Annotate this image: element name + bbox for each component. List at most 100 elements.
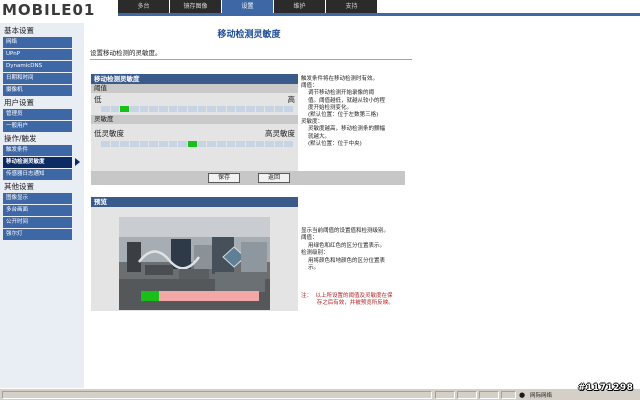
sidebar: 基本设置 网络 UPnP DynamicDNS 日期和时间 摄像机 用户设置 管… [0,23,84,388]
slider-segment[interactable] [197,141,207,147]
help-text: 触发条件将在移动检测时有效。 阈值： 调节移动检测开始录像的阈 值。阈值越低，就… [301,76,411,148]
status-cell [435,391,455,399]
sidebar-item-sensor-log[interactable]: 传感器日志通知 [3,169,72,180]
sidebar-item-image-display[interactable]: 图像显示 [3,193,72,204]
slider-segment[interactable] [149,106,158,112]
divider [90,59,412,60]
slider-segment[interactable] [255,106,265,112]
help-line: 灵敏度越高，移动检测条的颤幅 [301,126,385,133]
sidebar-item-network[interactable]: 网络 [3,37,72,48]
slider-segment[interactable] [284,106,294,112]
preview-panel: 预览 [91,197,298,311]
slider-segment[interactable] [274,106,284,112]
sensitivity-slider[interactable] [101,141,294,147]
slider-segment[interactable] [110,106,120,112]
preview-panel-header: 预览 [91,197,298,207]
status-cell [2,391,432,399]
help-line: (默认位置：位于中央) [301,140,362,147]
browser-status-bar: ● 网际网络 [0,388,640,400]
sidebar-group-other: 其他设置 [4,182,34,191]
page-description: 设置移动检测的灵敏度。 [90,49,162,57]
slider-segment[interactable] [197,106,207,112]
detection-level-bar [141,291,259,301]
slider-segment[interactable] [245,106,255,112]
slider-segment[interactable] [255,141,265,147]
slider-segment[interactable] [101,106,110,112]
tab-settings[interactable]: 设置 [222,0,273,13]
sidebar-item-upnp[interactable]: UPnP [3,49,72,60]
sidebar-item-multi-screen[interactable]: 多台画面 [3,205,72,216]
save-button[interactable]: 保存 [208,173,240,183]
help-line: 就越大。 [301,133,330,140]
top-bar: MOBILE01 多台 镜存图像 设置 维护 支持 [0,0,640,23]
slider-segment[interactable] [149,141,158,147]
sidebar-item-trigger-condition[interactable]: 触发条件 [3,145,72,156]
slider-segment[interactable] [236,141,245,147]
slider-segment[interactable] [101,141,110,147]
threshold-label: 阈值 [91,84,298,93]
sidebar-item-admin[interactable]: 管理员 [3,109,72,120]
sidebar-item-lamp[interactable]: 强尔灯 [3,229,72,240]
tab-stored-images[interactable]: 镜存图像 [170,0,221,13]
sidebar-item-camera[interactable]: 摄像机 [3,85,72,96]
sidebar-item-public-time[interactable]: 公开时间 [3,217,72,228]
help-line: 度开始检测变化。 [301,104,352,111]
slider-segment[interactable] [216,106,226,112]
tab-underline [118,13,640,16]
level-green-segment [141,291,159,301]
slider-segment[interactable] [216,141,226,147]
slider-segment[interactable] [178,106,187,112]
help-line: 值。阈值越低，就越从较小的程 [301,97,385,104]
slider-segment[interactable] [265,106,274,112]
slider-segment[interactable] [158,106,168,112]
slider-segment[interactable] [110,141,120,147]
slider-segment[interactable] [207,106,216,112]
slider-segment[interactable] [139,106,149,112]
sensitivity-panel: 移动检测灵敏度 阈值 低 高 灵敏度 低灵敏度 高灵敏度 [91,74,298,178]
tab-maintenance[interactable]: 维护 [274,0,325,13]
slider-segment[interactable] [178,141,187,147]
slider-segment[interactable] [274,141,284,147]
threshold-scale: 低 高 [91,93,298,104]
sidebar-group-trigger: 操作/触发 [4,134,37,143]
button-bar: 保存 返回 [91,171,405,185]
preview-help-text: 显示当前阈值的设置值和检测级别。 阈值： 用绿色和红色的区分位置表示。 检测级别… [301,228,411,272]
slider-segment[interactable] [187,106,197,112]
slider-segment[interactable] [245,141,255,147]
back-button[interactable]: 返回 [258,173,290,183]
help-line: 示。 [301,265,319,272]
globe-icon: ● [519,391,526,399]
slider-segment[interactable] [187,141,197,147]
slider-segment[interactable] [226,141,236,147]
main-content: 移动检测灵敏度 设置移动检测的灵敏度。 移动检测灵敏度 阈值 低 高 灵敏度 低… [84,23,640,388]
slider-segment[interactable] [236,106,245,112]
sidebar-item-label: 移动检测灵敏度 [6,159,45,165]
sidebar-group-user: 用户设置 [4,98,34,107]
slider-segment[interactable] [120,141,129,147]
slider-segment[interactable] [284,141,294,147]
help-line: 检测级别： [301,250,329,257]
sidebar-item-motion-sensitivity[interactable]: 移动检测灵敏度 [3,157,80,168]
active-arrow-icon [75,158,80,166]
slider-segment[interactable] [226,106,236,112]
slider-segment[interactable] [168,141,178,147]
page-title: 移动检测灵敏度 [217,30,281,40]
slider-segment[interactable] [129,141,139,147]
sidebar-item-general-user[interactable]: 一般用户 [3,121,72,132]
sidebar-item-dynamicdns[interactable]: DynamicDNS [3,61,72,72]
slider-segment[interactable] [120,106,129,112]
sidebar-item-datetime[interactable]: 日期和时间 [3,73,72,84]
site-logo: MOBILE01 [2,1,96,19]
slider-segment[interactable] [207,141,216,147]
slider-segment[interactable] [168,106,178,112]
tab-multi[interactable]: 多台 [118,0,169,13]
slider-segment[interactable] [139,141,149,147]
tab-support[interactable]: 支持 [326,0,377,13]
slider-segment[interactable] [129,106,139,112]
slider-segment[interactable] [158,141,168,147]
slider-segment[interactable] [265,141,274,147]
note-line: 存之后有效，并被预览所反映。 [301,300,394,307]
status-cell [479,391,499,399]
help-line: 用将颜色和地颜色的区分位置表 [301,257,385,264]
threshold-slider[interactable] [101,106,294,112]
